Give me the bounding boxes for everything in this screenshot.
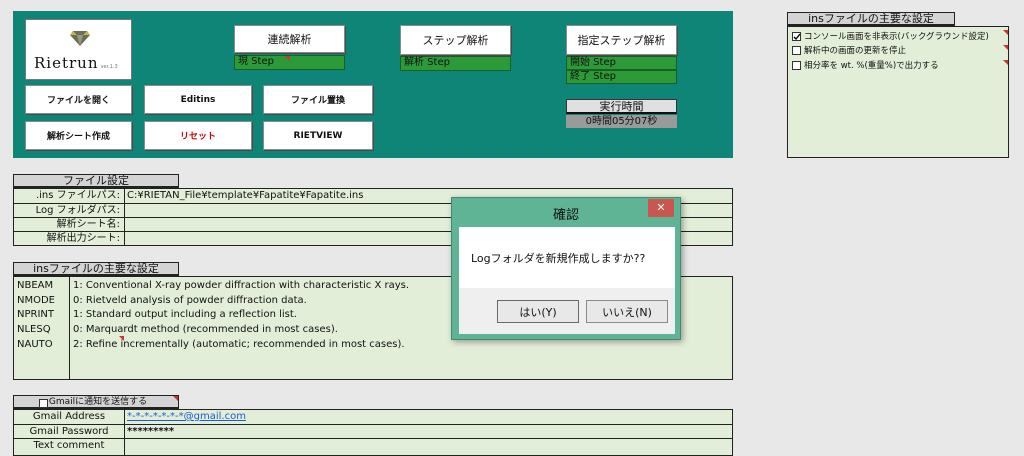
option-console-hidden[interactable]: コンソール画面を非表示(バックグラウンド設定) — [792, 30, 989, 42]
gmail-address-field[interactable]: *-*-*-*-*-*-*@gmail.com — [127, 410, 246, 423]
checkbox[interactable] — [792, 61, 801, 70]
option-label: 解析中の画面の更新を停止 — [804, 46, 907, 56]
comment-marker — [1003, 60, 1008, 65]
row-label: Text comment — [33, 440, 105, 451]
param-key: NBEAM — [17, 280, 54, 291]
settings-panel-title: insファイルの主要な設定 — [787, 12, 955, 26]
option-stop-screen-update[interactable]: 解析中の画面の更新を停止 — [792, 44, 906, 56]
param-key: NMODE — [17, 295, 55, 306]
comment-marker — [119, 336, 124, 341]
control-panel: Rietrun ver.1.3 連続解析 現 Step ステップ解析 解析 Ste… — [13, 11, 733, 158]
analysis-step-field: 解析 Step — [400, 56, 511, 71]
start-step-field: 開始 Step — [566, 56, 677, 70]
confirm-dialog: 確認 ✕ Logフォルダを新規作成しますか?? はい(Y) いいえ(N) — [451, 197, 681, 340]
logo-text: Rietrun — [34, 54, 99, 72]
table-row: Text comment — [14, 438, 732, 452]
row-label: Gmail Password — [29, 426, 109, 437]
row-label: Gmail Address — [32, 411, 106, 422]
ins-path-value[interactable]: C:¥RIETAN_File¥template¥Fapatite¥Fapatit… — [127, 189, 363, 202]
gmail-notify-label: Gmailに通知を送信する — [48, 397, 148, 407]
create-sheet-button[interactable]: 解析シート作成 — [25, 121, 132, 150]
param-value[interactable]: 1: Conventional X-ray powder diffraction… — [73, 279, 409, 292]
comment-marker — [1003, 30, 1008, 35]
row-label: 解析シート名: — [56, 219, 120, 230]
dialog-body: Logフォルダを新規作成しますか?? はい(Y) いいえ(N) — [459, 227, 675, 334]
gmail-notify-checkbox[interactable] — [39, 399, 48, 408]
settings-panel: コンソール画面を非表示(バックグラウンド設定) 解析中の画面の更新を停止 相分率… — [787, 26, 1009, 158]
gem-icon — [70, 31, 90, 46]
comment-marker — [173, 396, 178, 401]
logo-box: Rietrun ver.1.3 — [25, 19, 132, 80]
gmail-password-field[interactable]: ********* — [127, 425, 174, 438]
param-value[interactable]: 0: Marquardt method (recommended in most… — [73, 323, 338, 336]
open-file-button[interactable]: ファイルを開く — [25, 85, 132, 114]
logo-version: ver.1.3 — [100, 64, 118, 70]
file-settings-title: ファイル設定 — [13, 174, 179, 188]
rietview-button[interactable]: RIETVIEW — [263, 121, 373, 150]
editins-button[interactable]: Editins — [144, 85, 252, 114]
checkbox-checked[interactable] — [792, 32, 801, 41]
gmail-table: Gmail Address *-*-*-*-*-*-*@gmail.com Gm… — [13, 409, 733, 456]
comment-marker — [1003, 45, 1008, 50]
no-button[interactable]: いいえ(N) — [586, 300, 668, 323]
param-key: NPRINT — [17, 309, 54, 320]
option-label: コンソール画面を非表示(バックグラウンド設定) — [804, 32, 989, 42]
param-value[interactable]: 0: Rietveld analysis of powder diffracti… — [73, 294, 307, 307]
replace-file-button[interactable]: ファイル置換 — [263, 85, 373, 114]
row-label: .ins ファイルパス: — [35, 190, 120, 201]
exec-time-value: 0時間05分07秒 — [566, 115, 677, 128]
param-key: NAUTO — [17, 339, 53, 350]
row-label: 解析出力シート: — [46, 233, 120, 244]
option-label: 相分率を wt. %(重量%)で出力する — [804, 61, 939, 71]
checkbox[interactable] — [792, 46, 801, 55]
dialog-footer: はい(Y) いいえ(N) — [459, 288, 675, 334]
end-step-field: 終了 Step — [566, 70, 677, 84]
ins-settings-title: insファイルの主要な設定 — [13, 262, 179, 276]
row-label: Log フォルダパス: — [35, 205, 120, 216]
step-analysis-button[interactable]: ステップ解析 — [400, 25, 511, 55]
dialog-title: 確認 — [552, 208, 579, 223]
table-row: Gmail Address *-*-*-*-*-*-*@gmail.com — [14, 410, 732, 424]
dialog-message: Logフォルダを新規作成しますか?? — [471, 252, 646, 265]
continuous-analysis-button[interactable]: 連続解析 — [234, 25, 345, 53]
dialog-close-button[interactable]: ✕ — [648, 199, 674, 217]
yes-button[interactable]: はい(Y) — [497, 300, 579, 323]
specified-step-analysis-button[interactable]: 指定ステップ解析 — [566, 25, 677, 55]
exec-time-label: 実行時間 — [566, 99, 677, 114]
gmail-header: Gmailに通知を送信する — [13, 395, 179, 409]
comment-marker — [285, 56, 290, 61]
table-row: Gmail Password ********* — [14, 424, 732, 438]
param-key: NLESQ — [17, 324, 51, 335]
param-value[interactable]: 1: Standard output including a reflectio… — [73, 308, 297, 321]
reset-button[interactable]: リセット — [144, 121, 252, 150]
option-wt-percent[interactable]: 相分率を wt. %(重量%)で出力する — [792, 59, 939, 71]
